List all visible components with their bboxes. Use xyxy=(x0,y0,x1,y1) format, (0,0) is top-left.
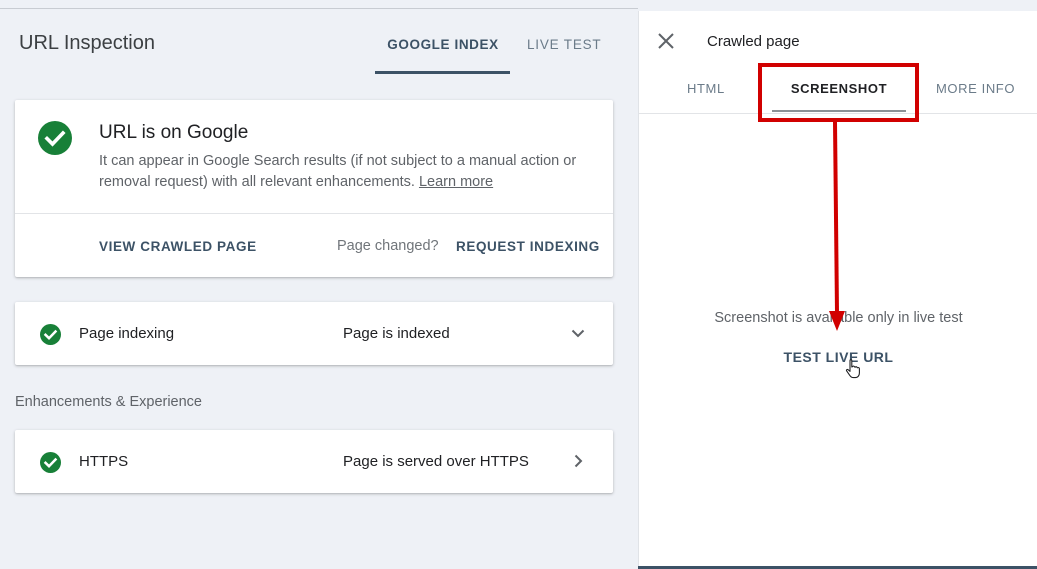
top-divider xyxy=(0,8,638,9)
learn-more-link[interactable]: Learn more xyxy=(419,174,493,190)
chevron-right-icon[interactable] xyxy=(569,452,587,470)
card-divider xyxy=(15,213,613,214)
page-indexing-value: Page is indexed xyxy=(343,325,450,342)
check-circle-icon xyxy=(40,452,61,473)
page-indexing-row[interactable]: Page indexing Page is indexed xyxy=(15,302,613,365)
page-title: URL Inspection xyxy=(19,32,155,54)
check-circle-icon xyxy=(38,121,72,155)
tab-google-index[interactable]: GOOGLE INDEX xyxy=(376,37,510,52)
https-row[interactable]: HTTPS Page is served over HTTPS xyxy=(15,430,613,493)
annotation-arrow xyxy=(829,121,845,331)
test-live-url-button[interactable]: TEST LIVE URL xyxy=(639,349,1037,365)
request-indexing-button[interactable]: REQUEST INDEXING xyxy=(456,239,600,254)
https-label: HTTPS xyxy=(79,453,129,470)
tab-live-test[interactable]: LIVE TEST xyxy=(527,37,601,52)
status-description: It can appear in Google Search results (… xyxy=(99,151,604,193)
index-status-card: URL is on Google It can appear in Google… xyxy=(15,100,613,277)
hand-cursor-icon xyxy=(845,359,860,379)
check-circle-icon xyxy=(40,324,61,345)
crawled-page-panel: Crawled page HTML SCREENSHOT MORE INFO S… xyxy=(638,11,1037,567)
active-tab-indicator xyxy=(375,71,510,74)
page-indexing-label: Page indexing xyxy=(79,325,175,342)
status-title: URL is on Google xyxy=(99,122,249,143)
https-value: Page is served over HTTPS xyxy=(343,453,529,470)
enhancements-section-label: Enhancements & Experience xyxy=(15,394,202,410)
chevron-down-icon[interactable] xyxy=(569,324,587,342)
status-description-text: It can appear in Google Search results (… xyxy=(99,153,577,190)
page-changed-label: Page changed? xyxy=(337,238,439,254)
view-crawled-page-button[interactable]: VIEW CRAWLED PAGE xyxy=(99,239,257,254)
